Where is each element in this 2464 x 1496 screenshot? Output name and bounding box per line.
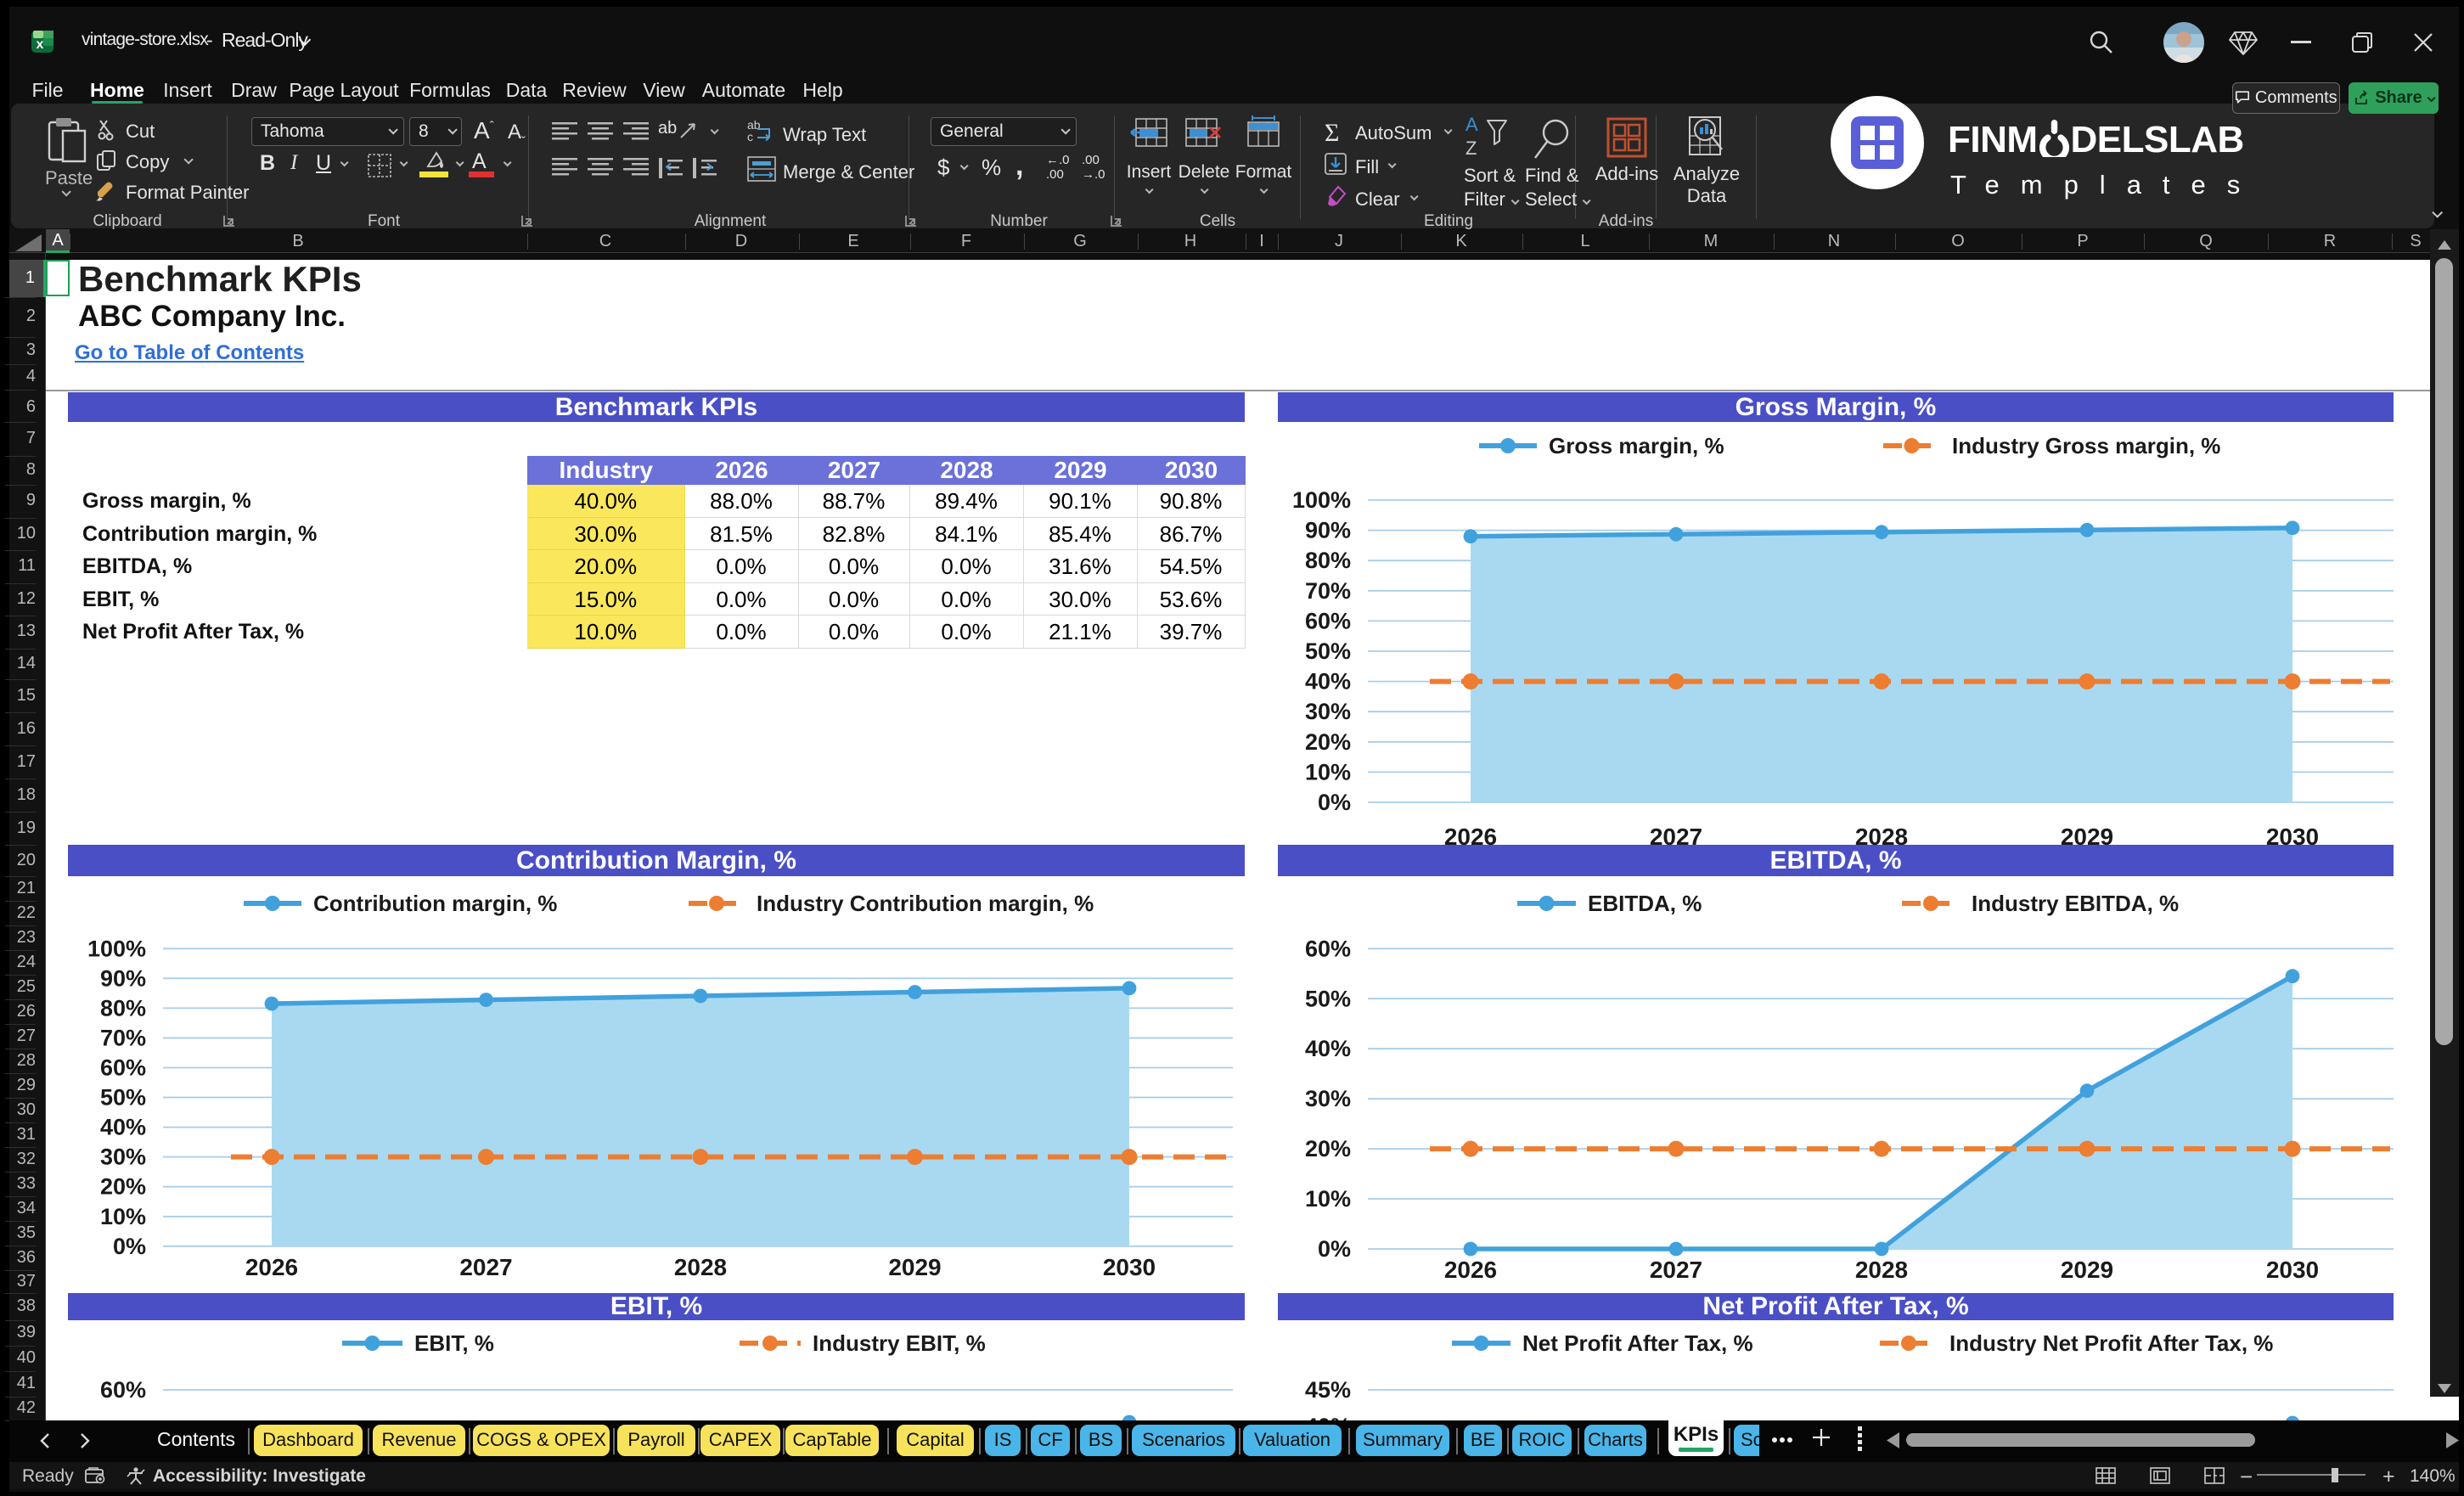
svg-text:2026: 2026 [245,1254,298,1280]
svg-text:70%: 70% [1305,578,1351,604]
svg-text:100%: 100% [87,936,146,961]
svg-text:60%: 60% [1305,608,1351,633]
svg-text:50%: 50% [1305,638,1351,664]
svg-text:0%: 0% [1318,1236,1351,1262]
svg-text:20%: 20% [1305,1136,1351,1161]
svg-text:10%: 10% [1305,1186,1351,1212]
svg-text:40%: 40% [1305,669,1351,695]
svg-text:x: x [37,37,44,52]
svg-text:30%: 30% [1305,1086,1351,1111]
svg-text:2027: 2027 [1650,824,1702,850]
svg-text:70%: 70% [100,1025,146,1050]
svg-text:2029: 2029 [2061,1257,2113,1283]
svg-text:Gross margin, %: Gross margin, % [1549,433,1724,458]
svg-text:90%: 90% [1305,518,1351,543]
svg-text:2028: 2028 [1855,1257,1908,1283]
svg-text:2026: 2026 [1444,824,1497,850]
svg-text:30%: 30% [100,1144,146,1170]
svg-text:2028: 2028 [1855,824,1908,850]
svg-text:10%: 10% [100,1204,146,1229]
svg-text:60%: 60% [100,1055,146,1081]
svg-text:Industry Gross margin, %: Industry Gross margin, % [1952,433,2220,458]
svg-text:Contribution margin, %: Contribution margin, % [313,891,557,916]
svg-text:40%: 40% [100,1115,146,1140]
svg-text:2026: 2026 [1444,1257,1497,1283]
svg-text:Net Profit After Tax, %: Net Profit After Tax, % [1522,1330,1753,1356]
svg-text:2027: 2027 [1650,1257,1702,1283]
svg-text:A: A [1465,115,1478,135]
svg-text:50%: 50% [100,1085,146,1111]
svg-text:2030: 2030 [2266,1257,2319,1283]
svg-text:100%: 100% [1292,487,1351,513]
svg-text:EBIT, %: EBIT, % [414,1330,494,1356]
svg-text:0%: 0% [113,1234,146,1259]
svg-text:90%: 90% [100,965,146,991]
svg-text:2027: 2027 [459,1254,512,1280]
svg-text:Industry EBIT, %: Industry EBIT, % [813,1330,986,1356]
svg-text:40%: 40% [1305,1036,1351,1061]
svg-text:Industry Contribution margin,: Industry Contribution margin, % [757,891,1094,916]
svg-text:2029: 2029 [2061,824,2113,850]
svg-text:2029: 2029 [888,1254,941,1280]
svg-text:60%: 60% [100,1377,146,1403]
svg-text:Industry EBITDA, %: Industry EBITDA, % [1972,891,2179,916]
svg-text:10%: 10% [1305,759,1351,785]
svg-text:Z: Z [1465,138,1477,159]
svg-text:45%: 45% [1305,1377,1351,1403]
svg-text:30%: 30% [1305,699,1351,724]
svg-text:20%: 20% [100,1174,146,1200]
svg-text:80%: 80% [1305,548,1351,573]
svg-text:2030: 2030 [2266,824,2319,850]
svg-text:2028: 2028 [674,1254,727,1280]
svg-text:2030: 2030 [1103,1254,1156,1280]
svg-text:50%: 50% [1305,986,1351,1011]
svg-text:60%: 60% [1305,936,1351,961]
svg-text:0%: 0% [1318,790,1351,815]
svg-text:c: c [747,130,753,143]
svg-text:40%: 40% [1305,1414,1351,1420]
svg-text:Industry Net Profit After Tax,: Industry Net Profit After Tax, % [1949,1330,2273,1356]
svg-text:20%: 20% [1305,729,1351,755]
svg-text:80%: 80% [100,995,146,1021]
svg-text:EBITDA, %: EBITDA, % [1588,891,1702,916]
